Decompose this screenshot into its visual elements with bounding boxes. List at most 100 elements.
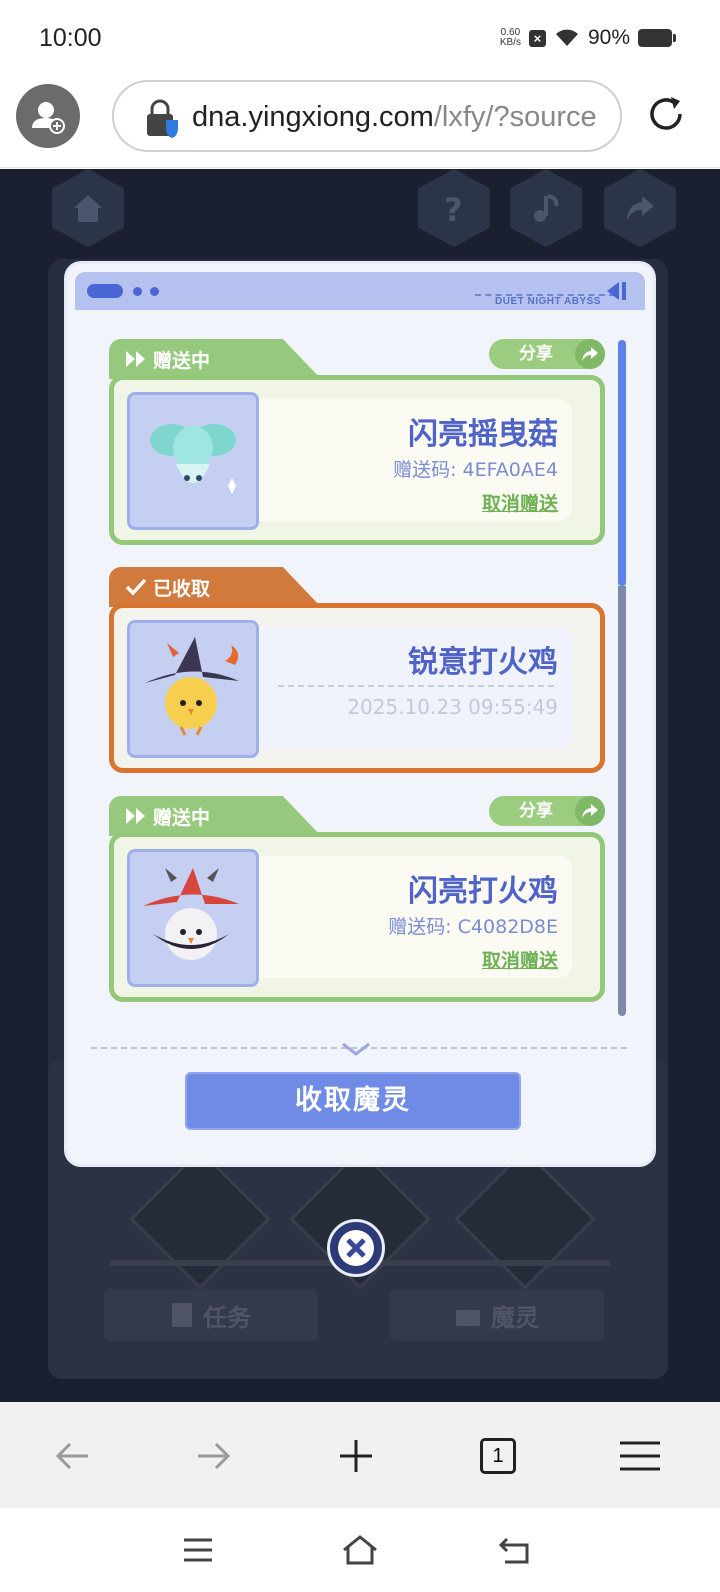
gift-card-body: 闪亮打火鸡 赠送码: C4082D8E 取消赠送 <box>109 832 605 1002</box>
scrollbar-track-lower <box>618 586 626 1016</box>
collect-spirit-button[interactable]: 收取魔灵 <box>185 1072 521 1130</box>
recent-apps-icon <box>184 1538 212 1562</box>
red-hat-chick-icon <box>143 868 239 960</box>
scrollbar-thumb[interactable] <box>618 340 626 586</box>
share-arrow-icon <box>627 196 654 220</box>
gift-card: 赠送中 分享 闪亮打火鸡 赠送码: C4082D8E 取消赠送 <box>109 796 605 1002</box>
hamburger-menu-icon <box>620 1441 660 1471</box>
witch-chick-icon <box>145 637 239 736</box>
cancel-gift-link[interactable]: 取消赠送 <box>482 946 558 973</box>
forward-button[interactable] <box>190 1432 238 1480</box>
share-button[interactable]: 分享 <box>489 339 605 369</box>
share-label: 分享 <box>519 344 553 364</box>
gift-code: 4EFA0AE4 <box>462 459 558 481</box>
fast-forward-icon <box>126 351 145 367</box>
gift-card-body: 锐意打火鸡 2025.10.23 09:55:49 <box>109 603 605 773</box>
modal-header: DUET NIGHT ABYSS <box>75 272 645 310</box>
music-button[interactable] <box>510 169 582 247</box>
url-domain: dna.yingxiong.com <box>192 101 434 133</box>
plus-icon <box>340 1440 372 1472</box>
share-arrow-icon <box>582 804 598 818</box>
mushroom-spirit-icon <box>150 424 236 494</box>
svg-text:?: ? <box>444 191 463 226</box>
dash-decoration <box>278 685 554 687</box>
header-dot-decoration <box>133 287 142 296</box>
gift-code-line: 赠送码: C4082D8E <box>388 912 558 939</box>
home-nav-button[interactable] <box>340 1530 380 1570</box>
url-field[interactable]: dna.yingxiong.com/lxfy/?source <box>112 80 622 152</box>
back-nav-button[interactable] <box>494 1530 534 1570</box>
close-modal-button[interactable] <box>327 1219 385 1277</box>
system-nav-bar <box>0 1508 720 1592</box>
item-thumbnail <box>127 620 259 758</box>
network-speed-unit: KB/s <box>499 37 521 48</box>
music-icon <box>534 194 559 222</box>
battery-icon <box>638 29 676 47</box>
gift-info-panel: 闪亮打火鸡 赠送码: C4082D8E 取消赠送 <box>244 856 572 978</box>
status-label: 已收取 <box>153 577 211 600</box>
tab-count: 1 <box>480 1438 516 1474</box>
address-bar: dna.yingxiong.com/lxfy/?source <box>0 72 720 168</box>
header-pill-decoration <box>87 284 123 298</box>
status-tab-sending: 赠送中 <box>109 796 321 836</box>
share-label: 分享 <box>519 801 553 821</box>
reload-icon <box>650 97 682 130</box>
header-triangle-icon <box>607 282 626 300</box>
recent-apps-button[interactable] <box>178 1530 218 1570</box>
item-name: 闪亮打火鸡 <box>408 874 558 909</box>
checkmark-icon <box>125 578 147 596</box>
status-icons: 0.60 KB/s × 90% <box>500 26 676 50</box>
battery-percent: 90% <box>587 26 630 49</box>
close-icon <box>338 1230 374 1266</box>
back-button[interactable] <box>48 1432 96 1480</box>
gift-code-label: 赠送码: <box>388 916 458 938</box>
home-button[interactable] <box>52 169 124 247</box>
status-label: 赠送中 <box>153 349 211 372</box>
back-nav-icon <box>498 1537 529 1564</box>
gift-card-body: 闪亮摇曳菇 赠送码: 4EFA0AE4 取消赠送 <box>109 375 605 545</box>
browser-toolbar: 1 <box>0 1402 720 1508</box>
incognito-profile-icon <box>32 102 65 134</box>
gift-card: 赠送中 分享 闪亮摇曳菇 赠送码: 4EFA0AE4 取消赠送 <box>109 339 605 545</box>
status-time: 10:00 <box>39 24 102 52</box>
network-speed: 0.60 KB/s <box>500 28 521 48</box>
task-document-icon <box>172 1303 192 1327</box>
share-icon-wrap <box>575 796 605 826</box>
arrow-right-icon <box>198 1442 231 1470</box>
new-tab-button[interactable] <box>332 1432 380 1480</box>
gift-info-panel: 锐意打火鸡 2025.10.23 09:55:49 <box>244 627 572 749</box>
gift-info-panel: 闪亮摇曳菇 赠送码: 4EFA0AE4 取消赠送 <box>244 399 572 521</box>
tab-spirit[interactable]: 魔灵 <box>390 1289 604 1341</box>
help-button[interactable]: ? <box>418 169 490 247</box>
home-outline-icon <box>343 1535 377 1565</box>
item-thumbnail <box>127 392 259 530</box>
status-tab-sending: 赠送中 <box>109 339 321 379</box>
chevron-down-icon <box>342 1042 370 1056</box>
item-name: 锐意打火鸡 <box>408 645 558 680</box>
item-thumbnail <box>127 849 259 987</box>
arrow-left-icon <box>55 1442 88 1470</box>
share-game-button[interactable] <box>604 169 676 247</box>
tab-task-label: 任务 <box>203 1303 251 1332</box>
cancel-gift-link[interactable]: 取消赠送 <box>482 489 558 516</box>
reload-button[interactable] <box>646 94 686 138</box>
header-dot-decoration <box>150 287 159 296</box>
profile-button[interactable] <box>16 84 80 148</box>
fast-forward-icon <box>126 808 145 824</box>
notification-x-icon: × <box>528 29 546 47</box>
received-date: 2025.10.23 09:55:49 <box>347 695 558 719</box>
gift-code-line: 赠送码: 4EFA0AE4 <box>393 455 558 482</box>
share-button[interactable]: 分享 <box>489 796 605 826</box>
tab-spirit-label: 魔灵 <box>491 1303 539 1332</box>
spirit-icon <box>456 1310 480 1326</box>
tab-task[interactable]: 任务 <box>104 1289 318 1341</box>
share-icon-wrap <box>575 339 605 369</box>
tab-switcher-button[interactable]: 1 <box>474 1432 522 1480</box>
gift-code: C4082D8E <box>457 916 558 938</box>
url-text: dna.yingxiong.com/lxfy/?source <box>192 101 597 134</box>
header-brand-text: DUET NIGHT ABYSS <box>495 296 601 307</box>
gift-modal: DUET NIGHT ABYSS 赠送中 分享 闪亮摇曳菇 赠送码: 4EFA0… <box>67 264 653 1164</box>
status-label: 赠送中 <box>153 806 211 829</box>
menu-button[interactable] <box>616 1432 664 1480</box>
home-icon <box>74 195 102 222</box>
